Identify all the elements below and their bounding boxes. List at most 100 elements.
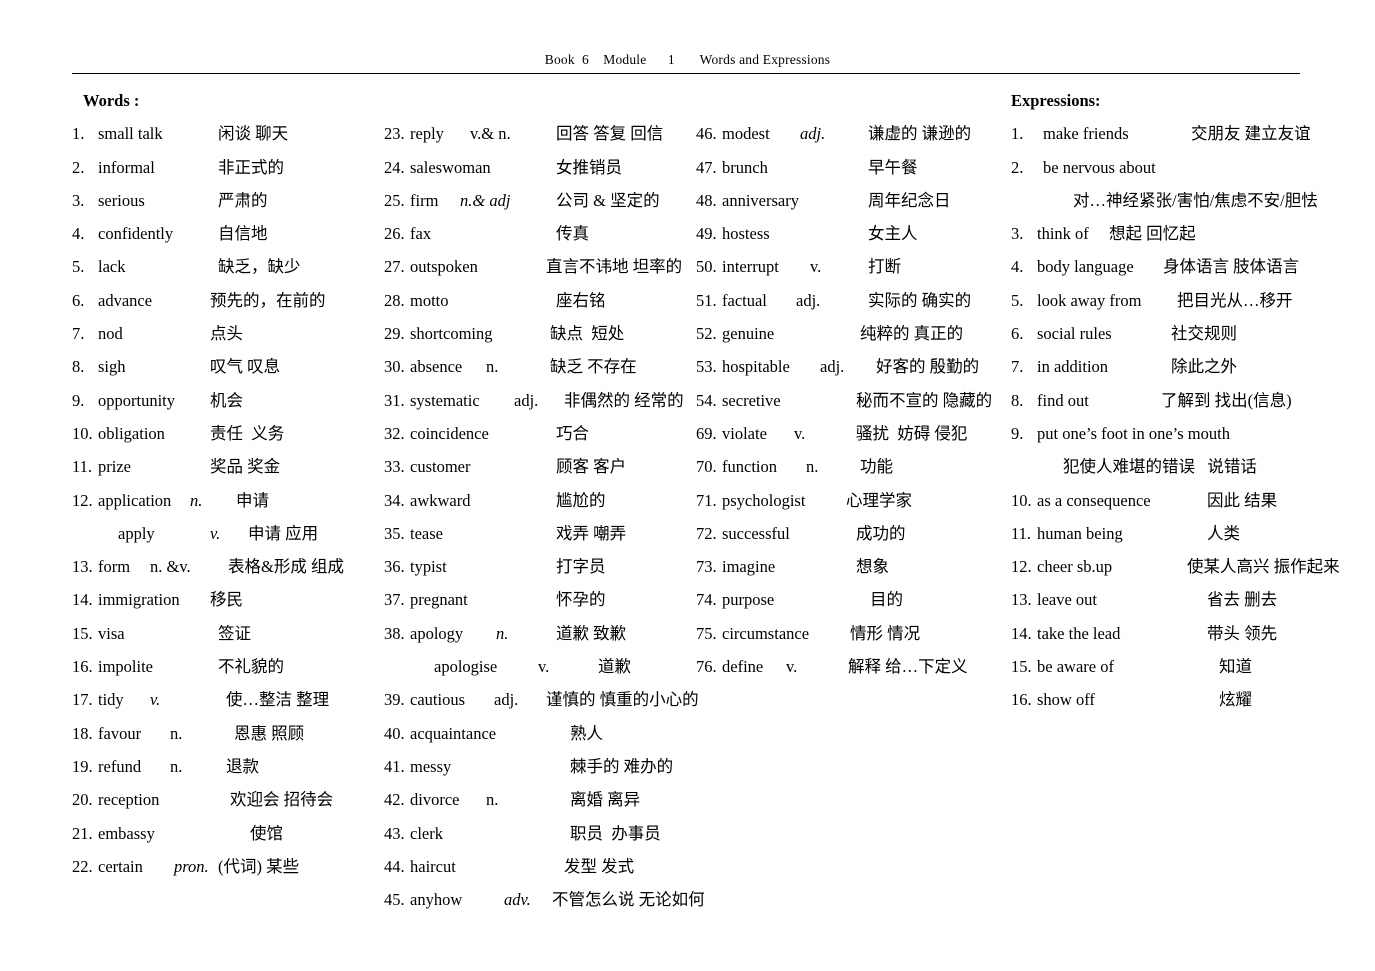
entry-number: 13. [1011,590,1032,610]
entry-number: 22. [72,856,93,876]
entry-term: find out [1037,390,1089,410]
part-of-speech: v. [794,423,806,443]
entry-number: 28. [384,290,405,310]
chinese-gloss: 不管怎么说 无论如何 [552,890,705,910]
chinese-gloss: 人类 [1207,523,1240,543]
vocabulary-entry: 18. favour n. 恩惠 照顾 [72,717,384,750]
entry-number: 3. [72,190,85,210]
vocabulary-entry: 32. coincidence 巧合 [384,417,696,450]
entry-term: visa [98,623,125,643]
chinese-gloss: 女推销员 [556,157,622,177]
chinese-gloss: 闲谈 聊天 [218,124,289,144]
vocabulary-entry: 20. reception 欢迎会 招待会 [72,783,384,816]
entry-number: 45. [384,890,405,910]
vocabulary-entry: 28. motto 座右铭 [384,284,696,317]
chinese-gloss: 直言不讳地 坦率的 [546,257,683,277]
entry-number: 70. [696,457,717,477]
entry-term: circumstance [722,623,810,643]
vocabulary-entry: 8. sigh 叹气 叹息 [72,350,384,383]
entry-term: lack [98,257,126,277]
entry-number: 20. [72,790,93,810]
entry-number: 19. [72,756,93,776]
chinese-gloss: 职员 办事员 [570,823,661,843]
entry-term: violate [722,423,767,443]
entry-term: saleswoman [410,157,491,177]
vocabulary-entry: 5. lack 缺乏，缺少 [72,250,384,283]
entry-term: reception [98,790,160,810]
chinese-gloss: 秘而不宣的 隐藏的 [856,390,993,410]
vocabulary-entry: apply v. 申请 应用 [72,517,384,550]
entry-term: anniversary [722,190,799,210]
chinese-gloss: 缺点 短处 [550,324,625,344]
entry-term: apologise [434,657,498,677]
chinese-gloss: 除此之外 [1171,357,1237,377]
entry-number: 8. [1011,390,1024,410]
entry-number: 4. [1011,257,1024,277]
entry-number: 16. [1011,690,1032,710]
entry-term: nod [98,324,123,344]
vocabulary-entry: 13. form n. &v. 表格&形成 组成 [72,550,384,583]
vocabulary-entry: 31. systematic adj. 非偶然的 经常的 [384,384,696,417]
chinese-gloss: 发型 发式 [564,856,635,876]
chinese-gloss: 情形 情况 [850,623,921,643]
entry-number: 39. [384,690,405,710]
vocabulary-entry: 75. circumstance 情形 情况 [696,617,1011,650]
vocabulary-entry: 23. reply v.& n. 回答 答复 回信 [384,117,696,150]
entry-number: 42. [384,790,405,810]
entry-term: obligation [98,423,165,443]
chinese-gloss: 回答 答复 回信 [556,124,664,144]
entry-term: put one’s foot in one’s mouth [1037,423,1230,443]
entry-term: look away from [1037,290,1142,310]
chinese-gloss: 严肃的 [218,190,268,210]
words-column-3: 46. modest adj. 谦虚的 谦逊的 47. brunch 早午餐 48. anniv… [696,84,1011,683]
entry-number: 18. [72,723,93,743]
chinese-gloss: 熟人 [570,723,603,743]
vocabulary-entry: 9. opportunity 机会 [72,384,384,417]
vocabulary-entry: 6. advance 预先的，在前的 [72,284,384,317]
vocabulary-entry: 41. messy 棘手的 难办的 [384,750,696,783]
words-column-1: Words : 1. small talk 闲谈 聊天 2. informal 非正式的 3… [72,84,384,883]
vocabulary-entry: 33. customer 顾客 客户 [384,450,696,483]
vocabulary-entry: 69. violate v. 骚扰 妨碍 侵犯 [696,417,1011,450]
chinese-gloss: 公司 & 坚定的 [556,190,660,210]
entry-term: brunch [722,157,768,177]
words-column-2-rows: 23. reply v.& n. 回答 答复 回信 24. saleswoman 女推销员 2… [384,117,705,916]
entry-term: refund [98,756,142,776]
entry-term: absence [410,357,463,377]
chinese-gloss: 不礼貌的 [218,657,284,677]
entry-term: modest [722,124,770,144]
chinese-gloss: 功能 [860,457,893,477]
vocabulary-entry: apologise v. 道歉 [384,650,696,683]
entry-number: 26. [384,224,405,244]
chinese-gloss: 机会 [210,390,243,410]
words-column-1-rows: 1. small talk 闲谈 聊天 2. informal 非正式的 3. serious… [72,117,384,883]
chinese-gloss: 带头 领先 [1207,623,1278,643]
vocabulary-entry: 72. successful 成功的 [696,517,1011,550]
chinese-gloss: 纯粹的 真正的 [860,324,964,344]
chinese-gloss: 把目光从…移开 [1177,290,1293,310]
entry-term: hostess [722,224,770,244]
entry-term: apply [118,523,155,543]
entry-number: 47. [696,157,717,177]
entry-term: factual [722,290,767,310]
entry-term: be aware of [1037,657,1114,677]
expressions-column: Expressions: 1. make friends 交朋友 建立友谊 2. be … [1011,84,1340,717]
header-divider-rule [72,73,1300,74]
vocabulary-entry: 对…神经紧张/害怕/焦虑不安/胆怯 [1011,184,1320,217]
part-of-speech: n. [170,756,183,776]
entry-number: 7. [1011,357,1024,377]
entry-number: 37. [384,590,405,610]
entry-term: haircut [410,856,456,876]
entry-term: clerk [410,823,443,843]
entry-number: 8. [72,357,85,377]
vocabulary-entry: 16. impolite 不礼貌的 [72,650,384,683]
entry-term: psychologist [722,490,806,510]
entry-term: opportunity [98,390,175,410]
entry-number: 46. [696,124,717,144]
chinese-gloss: 责任 义务 [210,423,285,443]
vocabulary-entry: 70. function n. 功能 [696,450,1011,483]
entry-number: 75. [696,623,717,643]
entry-number: 35. [384,523,405,543]
entry-number: 3. [1011,224,1024,244]
entry-term: informal [98,157,155,177]
